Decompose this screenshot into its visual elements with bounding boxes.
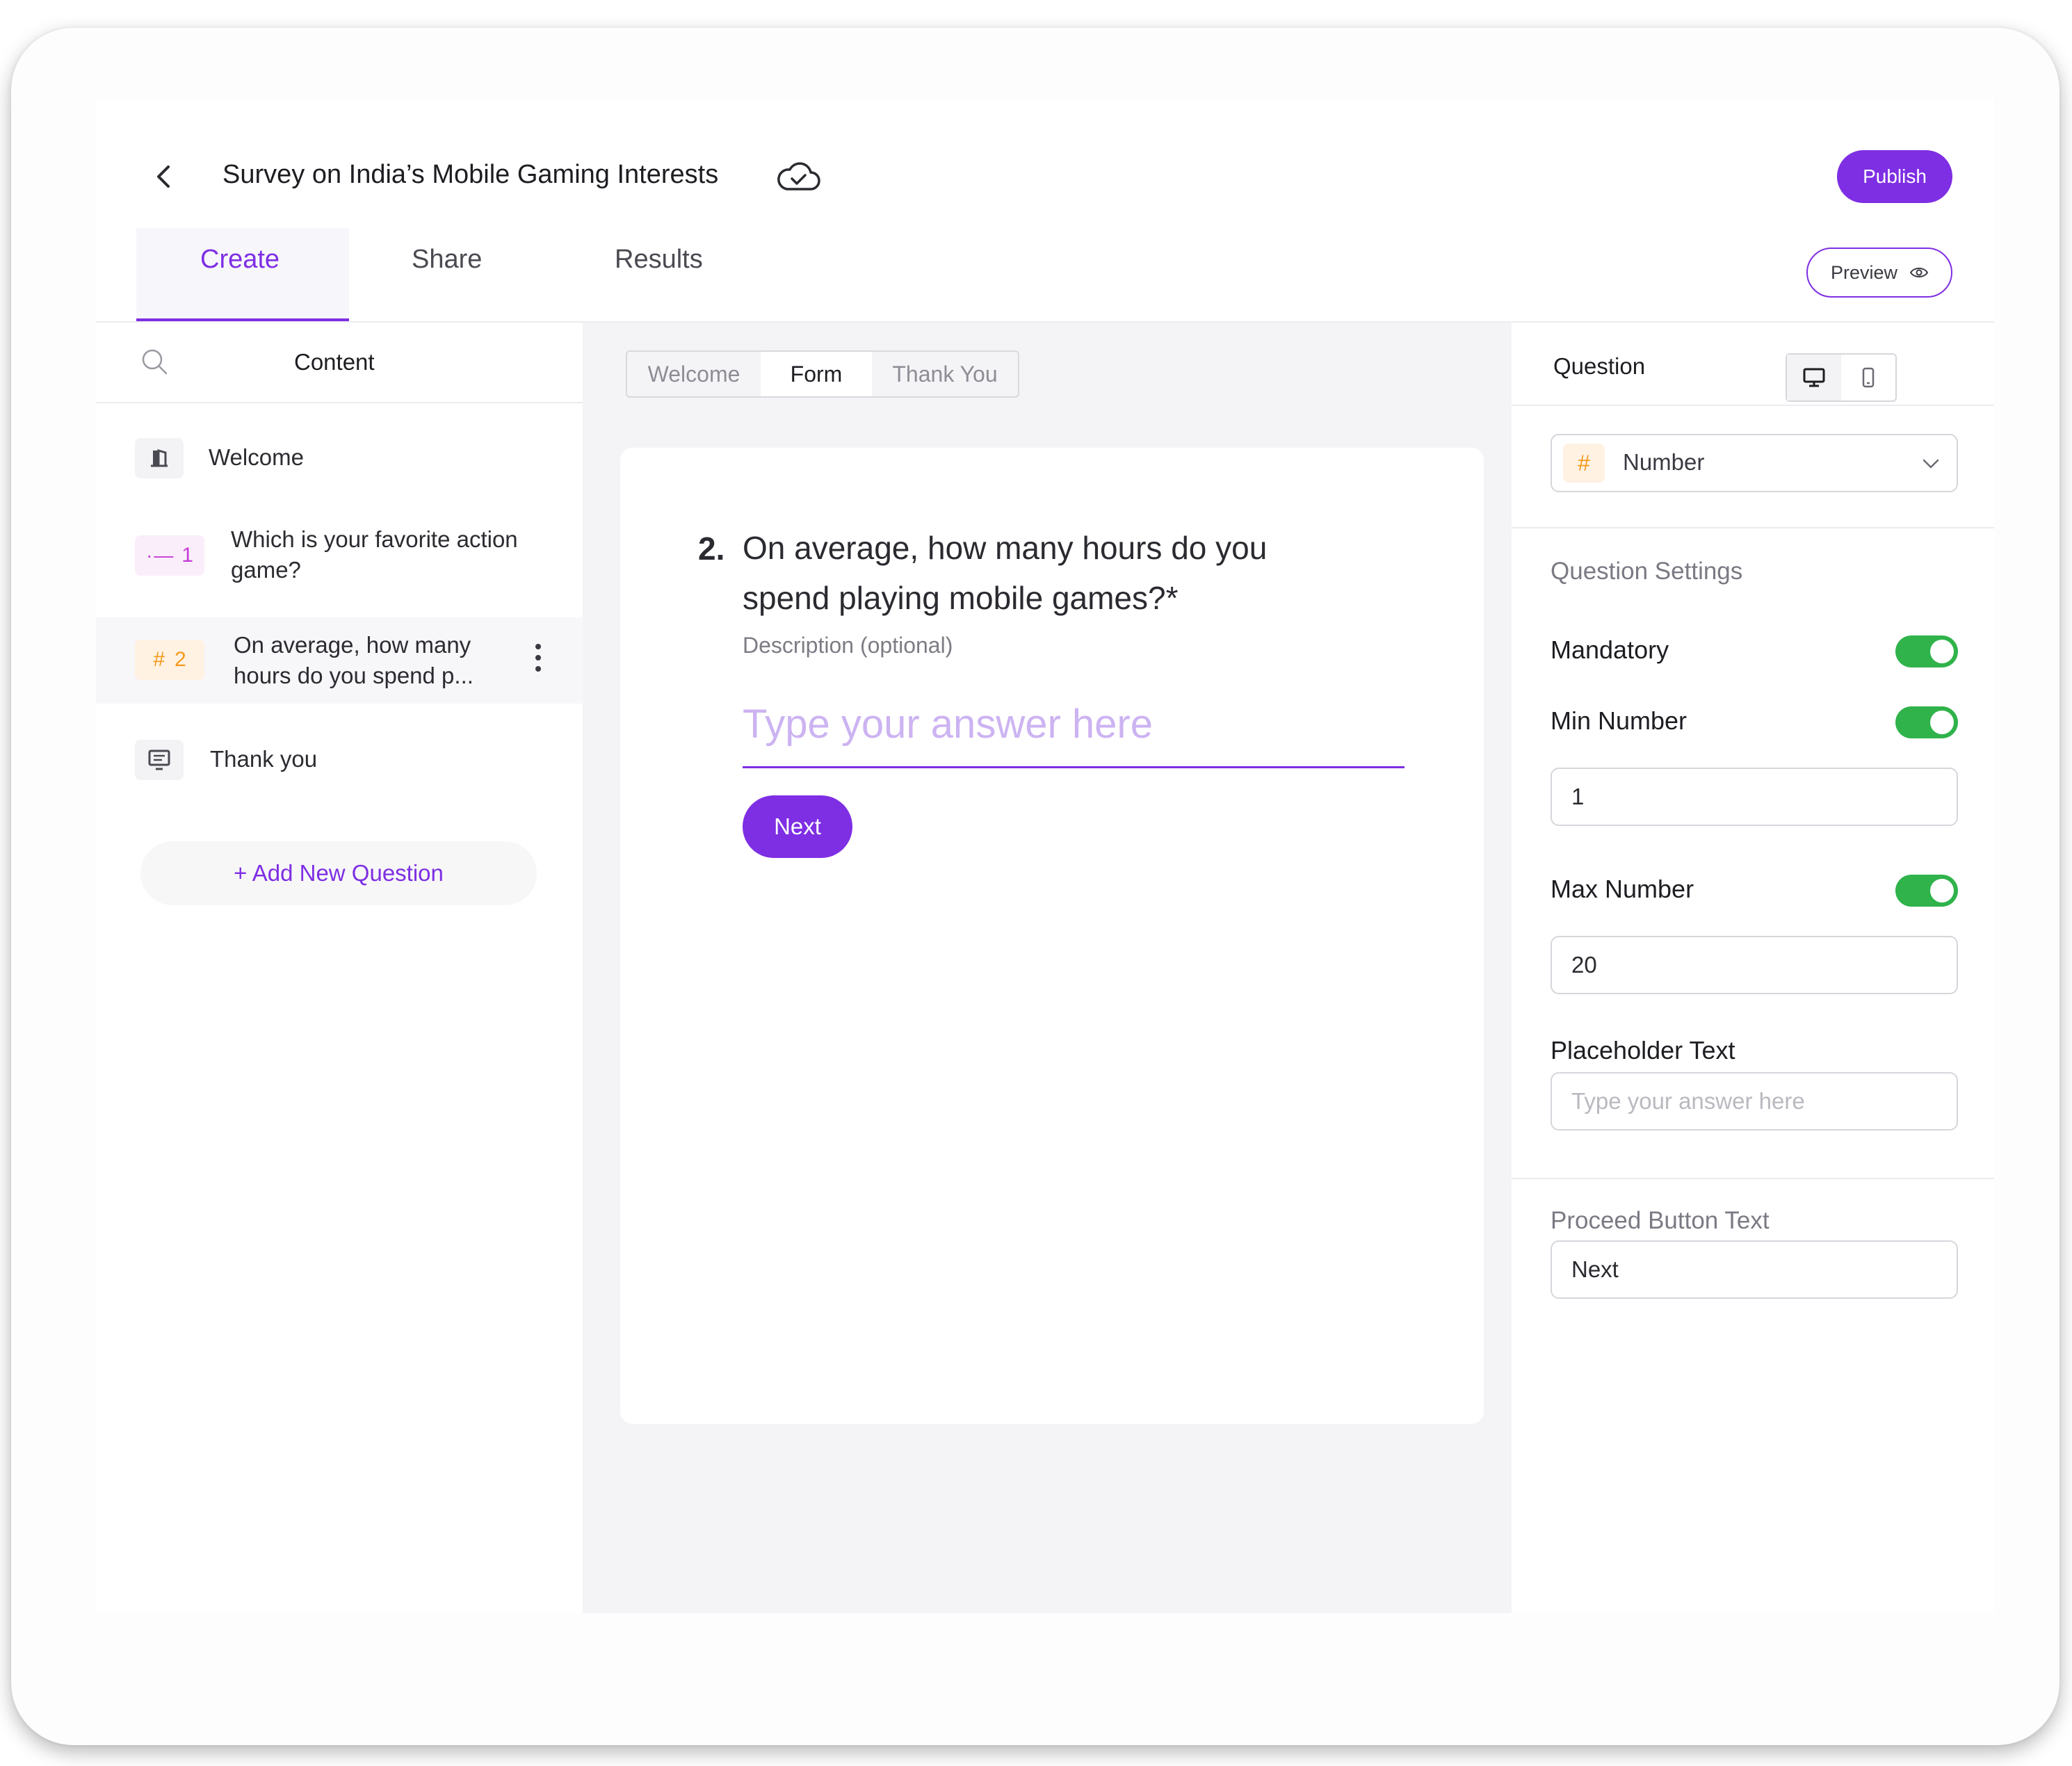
publish-button[interactable]: Publish: [1837, 150, 1952, 203]
question-settings-panel: Question # Number Question Settings Mand…: [1512, 323, 1994, 1613]
hash-icon: #2: [135, 640, 204, 680]
sidebar-divider: [96, 402, 583, 403]
more-options-icon[interactable]: [534, 642, 542, 673]
sidebar-item-label: Which is your favorite action game?: [231, 526, 518, 583]
segment-form[interactable]: Form: [761, 352, 872, 396]
question-description[interactable]: Description (optional): [743, 633, 953, 658]
hash-icon: #: [1563, 444, 1605, 483]
back-arrow-icon[interactable]: [150, 163, 178, 191]
tab-create[interactable]: Create: [200, 245, 280, 275]
preview-label: Preview: [1830, 261, 1898, 283]
mobile-view-button[interactable]: [1841, 355, 1895, 400]
proceed-button-text-heading: Proceed Button Text: [1551, 1207, 1770, 1234]
device-toggle: [1786, 353, 1897, 402]
placeholder-text-input[interactable]: Type your answer here: [1551, 1072, 1958, 1131]
survey-title[interactable]: Survey on India’s Mobile Gaming Interest…: [222, 160, 718, 190]
mobile-icon: [1862, 367, 1875, 388]
panel-divider: [1512, 405, 1994, 406]
panel-divider: [1512, 527, 1994, 528]
monitor-icon: [135, 740, 184, 780]
tab-create-highlight: [136, 228, 349, 321]
preview-button[interactable]: Preview: [1806, 248, 1952, 298]
desktop-icon: [1803, 368, 1825, 387]
placeholder-text-label: Placeholder Text: [1551, 1036, 1735, 1064]
list-icon: ·— 1: [135, 535, 204, 576]
sidebar-item-question-2[interactable]: #2 On average, how many hours do you spe…: [96, 617, 583, 704]
max-number-input[interactable]: 20: [1551, 936, 1958, 994]
min-number-input[interactable]: 1: [1551, 768, 1958, 826]
question-number: 1: [181, 544, 193, 567]
tab-share[interactable]: Share: [412, 245, 482, 275]
panel-divider: [1512, 1178, 1994, 1179]
max-number-label: Max Number: [1551, 875, 1694, 903]
form-editor-canvas: Welcome Form Thank You 2. On average, ho…: [583, 323, 1512, 1613]
mandatory-label: Mandatory: [1551, 635, 1669, 664]
content-heading: Content: [294, 349, 375, 375]
question-settings-heading: Question Settings: [1551, 558, 1743, 585]
min-number-label: Min Number: [1551, 706, 1687, 735]
search-icon[interactable]: [140, 348, 168, 375]
sidebar-item-label: Welcome: [209, 444, 304, 470]
desktop-view-button[interactable]: [1787, 355, 1841, 400]
question-number: 2.: [698, 530, 725, 567]
cloud-saved-icon: [777, 162, 820, 191]
question-number: 2: [175, 648, 186, 671]
screen-switcher: Welcome Form Thank You: [626, 350, 1019, 398]
panel-title: Question: [1553, 353, 1646, 379]
max-number-toggle[interactable]: [1895, 875, 1958, 907]
min-number-toggle[interactable]: [1895, 706, 1958, 738]
door-icon: [135, 438, 184, 478]
survey-builder-app: Survey on India’s Mobile Gaming Interest…: [96, 99, 1994, 1613]
sidebar-item-label: Thank you: [210, 746, 318, 772]
content-sidebar: Content Welcome ·— 1 Which is your favor…: [96, 323, 583, 1613]
answer-input[interactable]: Type your answer here: [743, 701, 1153, 747]
question-type-value: Number: [1623, 449, 1705, 475]
chevron-down-icon: [1923, 459, 1939, 469]
sidebar-item-label: On average, how many hours do you spend …: [234, 632, 474, 688]
question-card: 2. On average, how many hours do you spe…: [620, 448, 1484, 1424]
segment-thank-you[interactable]: Thank You: [872, 352, 1018, 396]
answer-underline: [743, 766, 1405, 768]
segment-welcome[interactable]: Welcome: [627, 352, 761, 396]
question-text[interactable]: On average, how many hours do you spend …: [743, 523, 1354, 623]
mandatory-toggle[interactable]: [1895, 635, 1958, 667]
sidebar-item-question-1[interactable]: ·— 1 Which is your favorite action game?: [96, 510, 583, 601]
question-type-select[interactable]: # Number: [1551, 434, 1958, 492]
sidebar-item-welcome[interactable]: Welcome: [96, 420, 583, 496]
next-button[interactable]: Next: [743, 795, 852, 858]
add-new-question-button[interactable]: + Add New Question: [140, 841, 537, 905]
eye-icon: [1910, 268, 1929, 277]
tab-results[interactable]: Results: [615, 245, 703, 275]
proceed-button-text-input[interactable]: Next: [1551, 1240, 1958, 1299]
sidebar-item-thank-you[interactable]: Thank you: [96, 719, 583, 802]
